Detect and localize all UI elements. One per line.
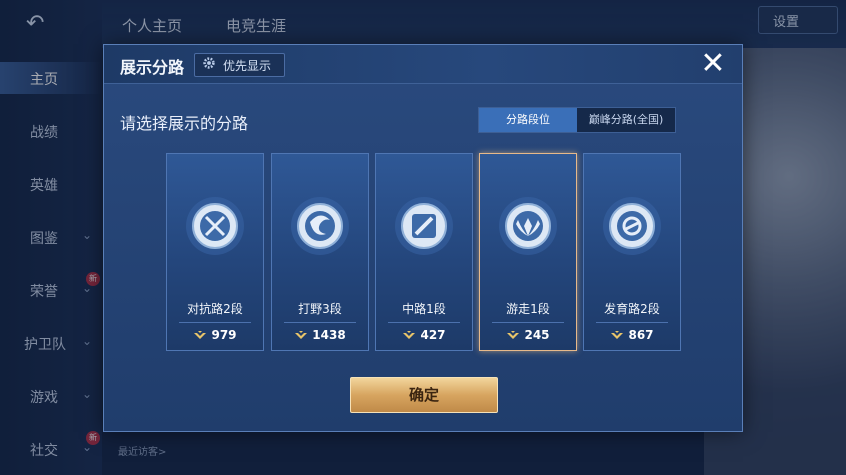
dialog-title: 展示分路 (120, 58, 185, 77)
lane-card-bottom[interactable]: 发育路2段 867 (583, 153, 681, 351)
lane-score: 1438 (272, 328, 368, 342)
rank-points-icon (194, 331, 207, 339)
rank-points-icon (611, 331, 624, 339)
target-emblem-icon (603, 197, 661, 255)
confirm-button[interactable]: 确定 (350, 377, 498, 413)
sword-emblem-icon (186, 197, 244, 255)
lane-score-value: 245 (524, 328, 550, 342)
lane-card-jungle[interactable]: 打野3段 1438 (271, 153, 369, 351)
lane-score-value: 1438 (312, 328, 346, 342)
lane-name: 对抗路2段 (187, 302, 243, 316)
card-divider (284, 322, 356, 323)
lane-name: 打野3段 (298, 302, 342, 316)
lane-display-dialog: 展示分路 优先显示 ✕ 请选择展示的分路 分路段位 巅峰分路(全国) 对抗路2段… (103, 44, 743, 432)
lane-card-mid[interactable]: 中路1段 427 (375, 153, 473, 351)
lane-score: 867 (584, 328, 680, 342)
lane-score: 245 (480, 328, 576, 342)
swirl-emblem-icon (291, 197, 349, 255)
lane-name: 中路1段 (402, 302, 446, 316)
lane-score-value: 867 (628, 328, 654, 342)
close-icon[interactable]: ✕ (699, 49, 727, 79)
segmented-control: 分路段位 巅峰分路(全国) (478, 107, 676, 133)
segment-lane-rank[interactable]: 分路段位 (479, 108, 577, 132)
slash-emblem-icon (395, 197, 453, 255)
lane-score: 427 (376, 328, 472, 342)
dialog-subtitle: 请选择展示的分路 (120, 114, 249, 133)
card-divider (596, 322, 668, 323)
priority-display-button[interactable]: 优先显示 (194, 53, 285, 77)
lane-score: 979 (167, 328, 263, 342)
card-divider (388, 322, 460, 323)
lane-card-roam[interactable]: 游走1段 245 (479, 153, 577, 351)
rank-points-icon (403, 331, 416, 339)
lane-card-top[interactable]: 对抗路2段 979 (166, 153, 264, 351)
card-divider (179, 322, 251, 323)
lane-name: 发育路2段 (604, 302, 660, 316)
rank-points-icon (507, 331, 520, 339)
lane-name: 游走1段 (506, 302, 550, 316)
priority-display-label: 优先显示 (223, 59, 272, 73)
rank-points-icon (295, 331, 308, 339)
gear-icon (203, 57, 215, 69)
wings-emblem-icon (499, 197, 557, 255)
dialog-header: 展示分路 优先显示 ✕ (104, 45, 742, 84)
lane-score-value: 979 (211, 328, 237, 342)
card-divider (492, 322, 564, 323)
segment-peak-lane[interactable]: 巅峰分路(全国) (577, 108, 675, 132)
lane-score-value: 427 (420, 328, 446, 342)
